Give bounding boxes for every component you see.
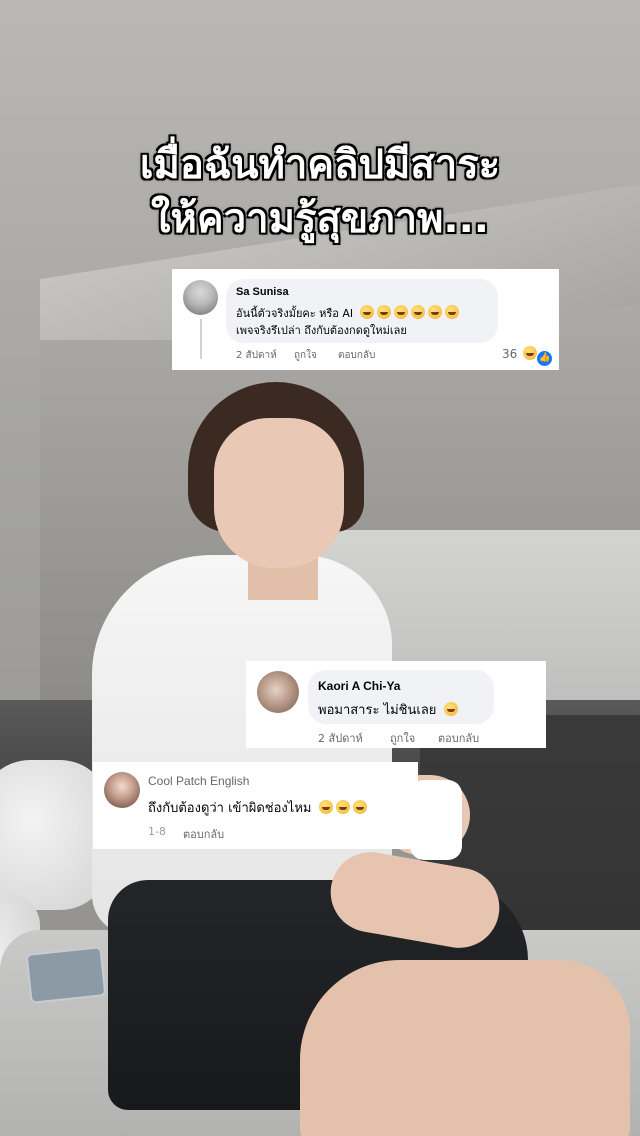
- comment-card-sa-sunisa: Sa Sunisa อันนี้ตัวจริงมั้ยคะ หรือ AI เพ…: [172, 269, 559, 370]
- grinning-sweat-emoji-icon: [427, 305, 442, 319]
- avatar[interactable]: [257, 671, 299, 713]
- comment-text: ถึงกับต้องดูว่า เข้าผิดช่องไหม: [148, 801, 312, 816]
- video-caption: เมื่อฉันทำคลิปมีสาระ ให้ความรู้สุขภาพ...: [0, 138, 640, 246]
- grinning-sweat-emoji-icon: [410, 305, 425, 319]
- comment-author[interactable]: Cool Patch English: [148, 774, 249, 788]
- tears-of-joy-emoji-icon: [335, 800, 350, 814]
- grinning-sweat-emoji-icon: [444, 305, 459, 319]
- grinning-sweat-emoji-icon: [359, 305, 374, 319]
- avatar[interactable]: [104, 772, 140, 808]
- reply-link[interactable]: ตอบกลับ: [183, 825, 224, 843]
- reply-thread-line: [200, 319, 202, 359]
- caption-line-1: เมื่อฉันทำคลิปมีสาระ: [139, 142, 501, 188]
- comment-text-line-1: อันนี้ตัวจริงมั้ยคะ หรือ AI: [236, 304, 459, 322]
- comment-text-line-2: เพจจริงรึเปล่า ถึงกับต้องกดดูใหม่เลย: [236, 324, 407, 337]
- reaction-count[interactable]: 36 👍: [502, 346, 553, 366]
- comment-text-line-1: ถึงกับต้องดูว่า เข้าผิดช่องไหม: [148, 797, 367, 818]
- comment-text: พอมาสาระ ไม่ชินเลย: [318, 703, 437, 718]
- comment-time[interactable]: 2 สัปดาห์: [318, 729, 363, 747]
- reaction-count-value: 36: [502, 347, 518, 361]
- comment-author[interactable]: Kaori A Chi-Ya: [318, 679, 400, 693]
- comment-card-cool-patch: Cool Patch English ถึงกับต้องดูว่า เข้าผ…: [93, 762, 418, 849]
- phone-on-sofa: [25, 946, 107, 1004]
- like-link[interactable]: ถูกใจ: [294, 348, 317, 363]
- haha-reaction-icon: [523, 346, 538, 360]
- person-leg: [300, 960, 630, 1136]
- tears-of-joy-emoji-icon: [352, 800, 367, 814]
- person-face: [214, 418, 344, 568]
- comment-author[interactable]: Sa Sunisa: [236, 286, 289, 298]
- avatar[interactable]: [183, 280, 218, 315]
- comment-card-kaori: Kaori A Chi-Ya พอมาสาระ ไม่ชินเลย 2 สัปด…: [246, 661, 546, 748]
- caption-line-2: ให้ความรู้สุขภาพ...: [151, 196, 489, 242]
- like-link[interactable]: ถูกใจ: [390, 729, 415, 747]
- grinning-sweat-emoji-icon: [443, 702, 458, 716]
- reply-link[interactable]: ตอบกลับ: [338, 348, 375, 363]
- comment-text-line-1: พอมาสาระ ไม่ชินเลย: [318, 699, 458, 720]
- comment-text: อันนี้ตัวจริงมั้ยคะ หรือ AI: [236, 307, 354, 320]
- tears-of-joy-emoji-icon: [318, 800, 333, 814]
- grinning-sweat-emoji-icon: [393, 305, 408, 319]
- comment-time[interactable]: 1-8: [148, 825, 166, 838]
- grinning-sweat-emoji-icon: [376, 305, 391, 319]
- like-reaction-icon: 👍: [537, 351, 553, 366]
- comment-time[interactable]: 2 สัปดาห์: [236, 348, 277, 363]
- reply-link[interactable]: ตอบกลับ: [438, 729, 479, 747]
